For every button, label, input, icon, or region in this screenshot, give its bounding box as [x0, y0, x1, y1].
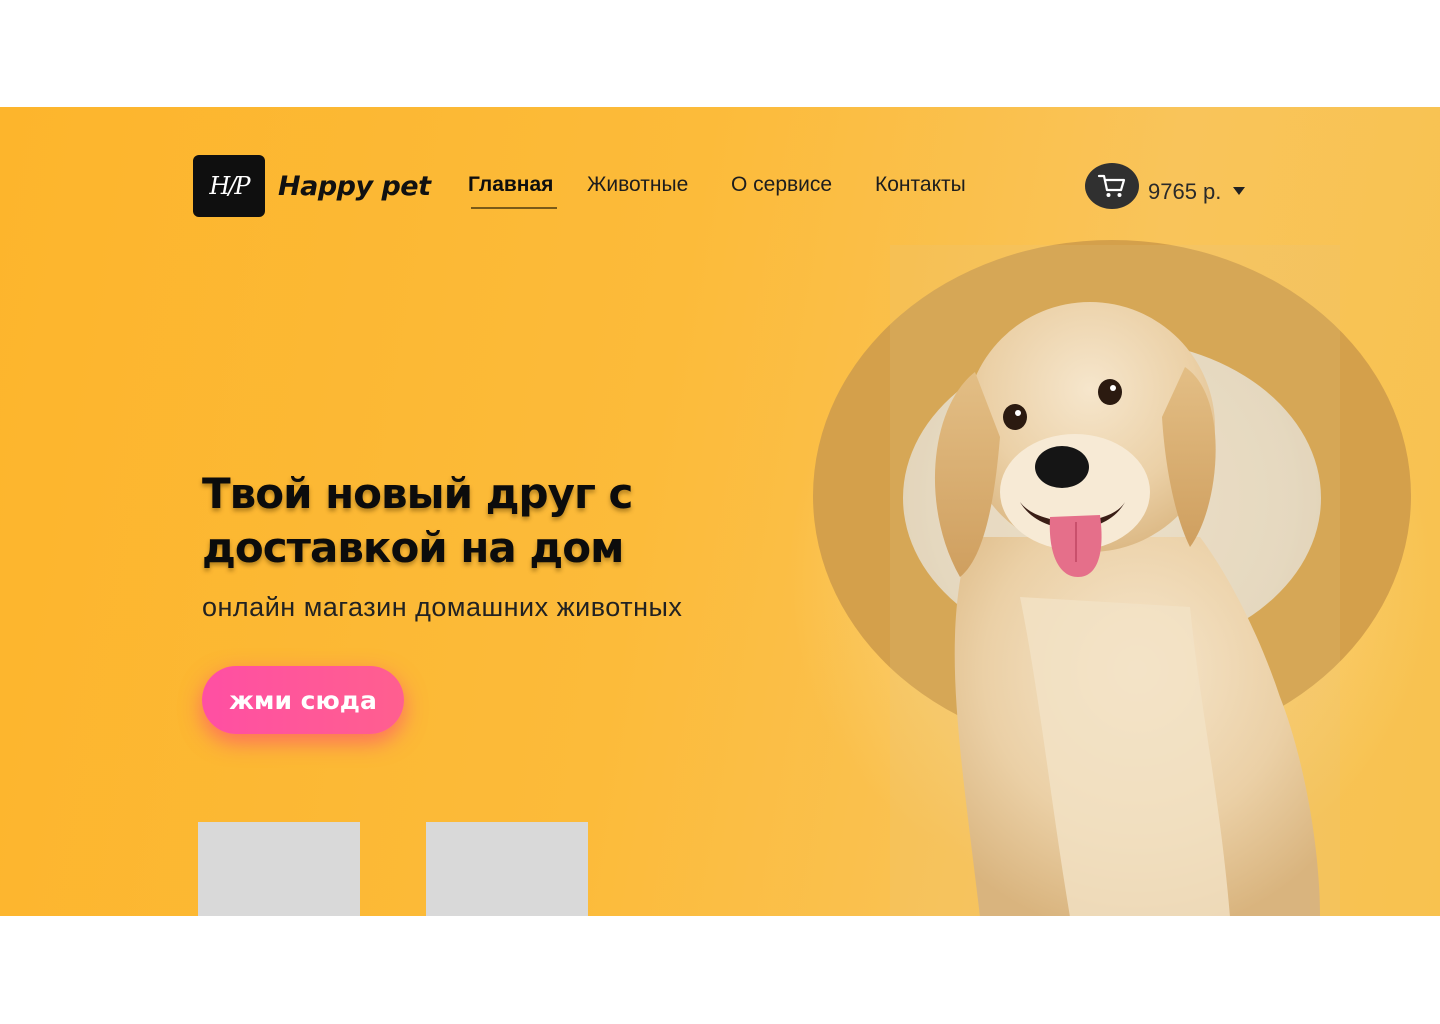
nav-item-contacts[interactable]: Контакты [875, 173, 966, 197]
brand-name[interactable]: Happy pet [278, 171, 431, 202]
nav-active-underline [471, 207, 557, 209]
hero-subheadline: онлайн магазин домашних животных [202, 592, 683, 622]
logo[interactable]: H/P [193, 155, 265, 217]
cta-button[interactable]: жми сюда [202, 666, 404, 734]
hero-headline: Твой новый друг с доставкой на дом [202, 469, 633, 572]
logo-text: H/P [209, 172, 250, 200]
nav-item-about[interactable]: О сервисе [731, 173, 832, 197]
cart-balance[interactable]: 9765 р. [1148, 179, 1221, 205]
shopping-cart-icon [1097, 174, 1126, 197]
placeholder-card[interactable] [426, 822, 588, 916]
nav-item-animals[interactable]: Животные [587, 173, 688, 197]
hero-section: H/P Happy pet Главная Животные О сервисе… [0, 107, 1440, 916]
placeholder-card[interactable] [198, 822, 360, 916]
cart-button[interactable] [1085, 163, 1139, 209]
caret-down-icon[interactable] [1233, 187, 1245, 195]
golden-retriever-photo [934, 302, 1320, 916]
nav-item-home[interactable]: Главная [468, 173, 553, 197]
